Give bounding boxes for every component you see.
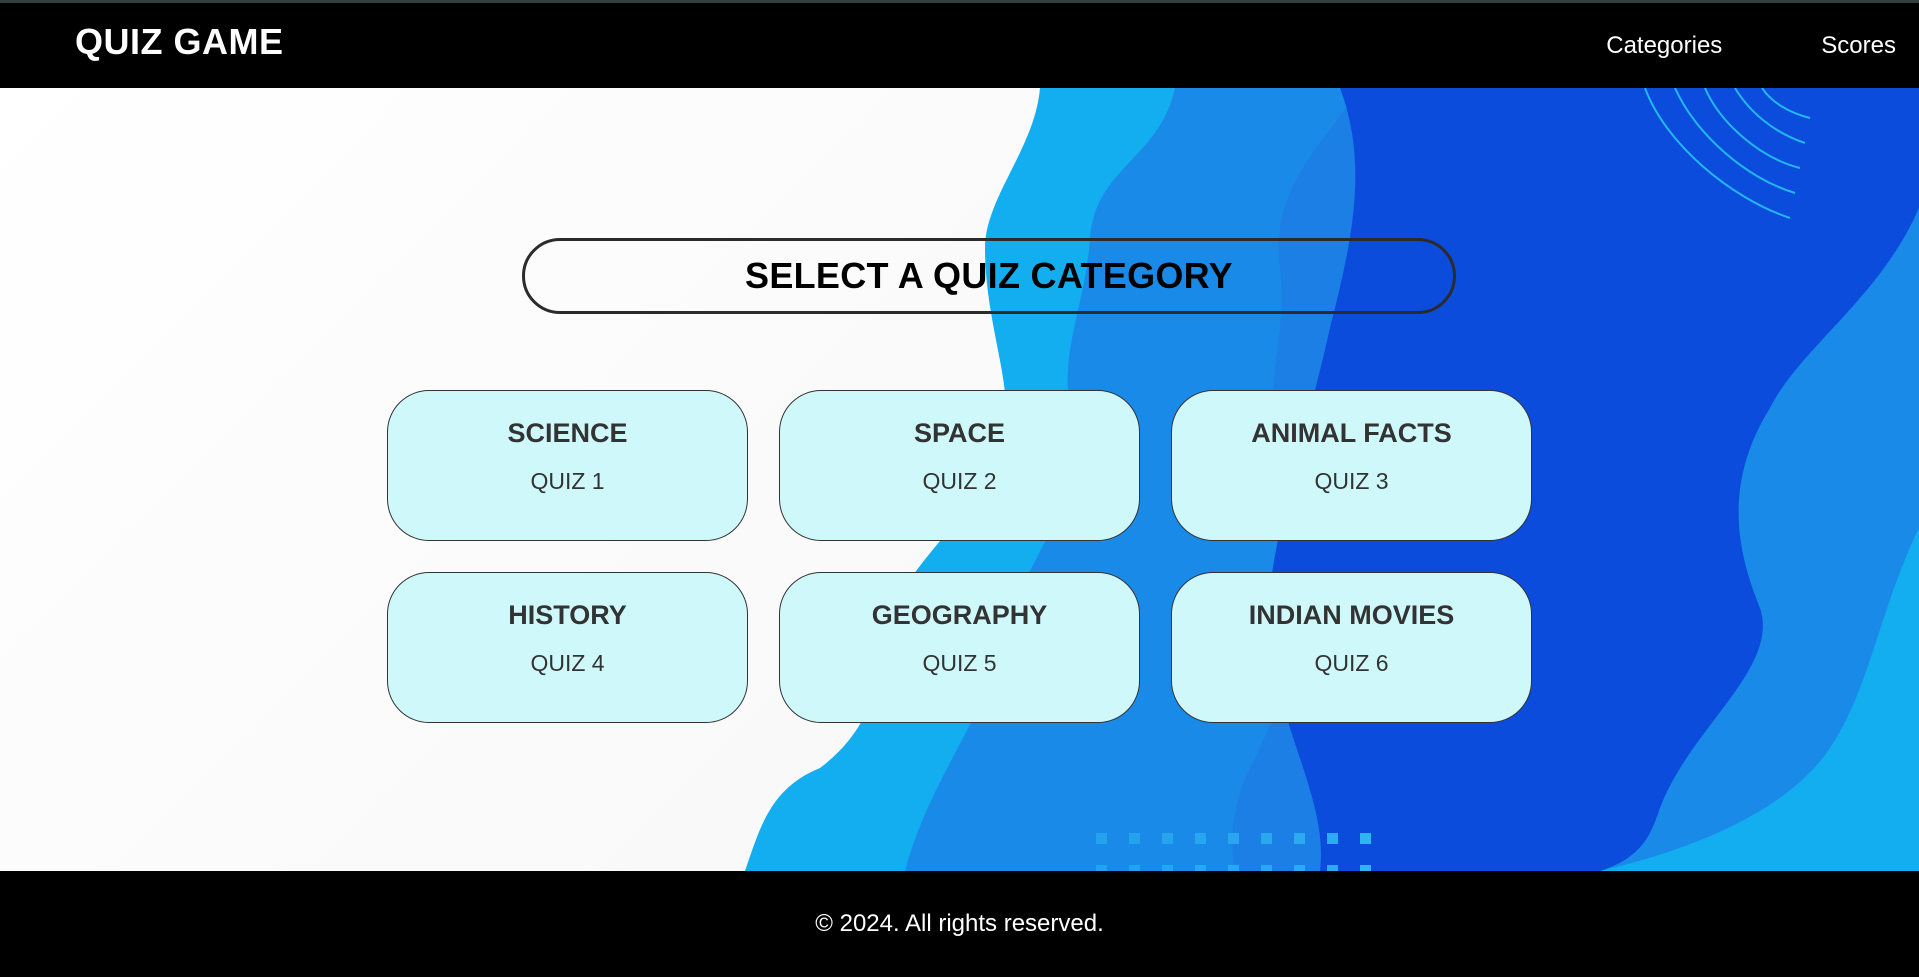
page-title-banner: SELECT A QUIZ CATEGORY	[522, 238, 1456, 314]
category-name: SPACE	[913, 418, 1006, 448]
main-content: SELECT A QUIZ CATEGORY SCIENCE QUIZ 1 SP…	[0, 88, 1919, 871]
category-card-science[interactable]: SCIENCE QUIZ 1	[387, 390, 748, 541]
quiz-label: QUIZ 4	[530, 650, 605, 676]
quiz-home-page: QUIZ GAME Categories Scores SELECT A QUI…	[0, 0, 1919, 977]
quiz-label: QUIZ 5	[922, 650, 997, 676]
quiz-label: QUIZ 1	[530, 468, 605, 494]
quiz-label: QUIZ 3	[1314, 468, 1389, 494]
brand-title[interactable]: QUIZ GAME	[75, 21, 284, 63]
quiz-label: QUIZ 6	[1314, 650, 1389, 676]
category-name: HISTORY	[508, 600, 627, 630]
category-name: GEOGRAPHY	[871, 600, 1048, 630]
copyright-text: © 2024. All rights reserved.	[815, 910, 1104, 937]
category-card-history[interactable]: HISTORY QUIZ 4	[387, 572, 748, 723]
category-name: ANIMAL FACTS	[1251, 418, 1452, 448]
top-navbar: QUIZ GAME Categories Scores	[0, 0, 1919, 88]
nav-link-scores[interactable]: Scores	[1821, 32, 1896, 60]
page-footer: © 2024. All rights reserved.	[0, 871, 1919, 977]
main-nav: Categories Scores	[1606, 3, 1919, 88]
category-name: SCIENCE	[507, 418, 628, 448]
page-title: SELECT A QUIZ CATEGORY	[745, 255, 1233, 296]
category-name: INDIAN MOVIES	[1248, 600, 1455, 630]
nav-link-categories[interactable]: Categories	[1606, 32, 1722, 60]
category-card-geography[interactable]: GEOGRAPHY QUIZ 5	[779, 572, 1140, 723]
category-card-animal-facts[interactable]: ANIMAL FACTS QUIZ 3	[1171, 390, 1532, 541]
category-card-indian-movies[interactable]: INDIAN MOVIES QUIZ 6	[1171, 572, 1532, 723]
category-card-space[interactable]: SPACE QUIZ 2	[779, 390, 1140, 541]
quiz-label: QUIZ 2	[922, 468, 997, 494]
